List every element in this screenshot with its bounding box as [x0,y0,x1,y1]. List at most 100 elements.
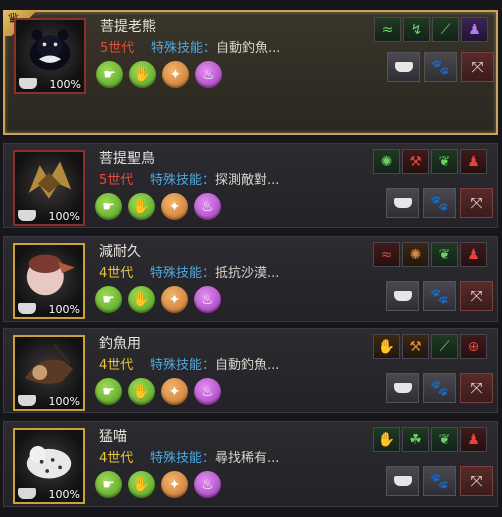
special-skill-label: 特殊技能： [150,358,216,373]
release-button[interactable]: ⤧ [461,52,494,82]
scorpion-icon[interactable]: ✺ [373,149,400,174]
party-icon[interactable]: ♟ [461,17,488,42]
fishing-rod-icon[interactable]: ≈ [373,242,400,267]
pet-name: 猛喵 [99,429,127,445]
release-icon: ⤧ [470,194,483,212]
feed-bowl-icon [394,62,413,72]
special-skill-value: 自動釣魚... [215,358,280,373]
paw-icon: 🐾 [430,194,449,212]
hand-grab-icon[interactable]: ☛ [95,378,122,405]
pet-actions: 🐾 ⤧ [386,373,493,403]
pet-actions: 🐾 ⤧ [386,466,493,496]
release-button[interactable]: ⤧ [460,466,493,496]
compass-star-icon[interactable]: ✦ [161,286,188,313]
trait-icons: ☛ ✋ ✦ ♨ [95,286,221,313]
feed-button[interactable] [386,188,419,218]
scorpion-icon[interactable]: ✺ [402,242,429,267]
special-skill: 特殊技能：抵抗沙漠... [150,262,279,281]
people-up-icon[interactable]: ♟ [460,149,487,174]
clover-icon[interactable]: ☘ [402,427,429,452]
special-skill-value: 尋找稀有... [215,451,280,466]
wing-icon[interactable]: ❦ [431,242,458,267]
potion-icon[interactable]: ♨ [194,286,221,313]
pet-image [19,341,79,391]
paw-button[interactable]: 🐾 [423,466,456,496]
fishing-rod-icon[interactable]: ≈ [374,17,401,42]
compass-star-icon[interactable]: ✦ [162,61,189,88]
paw-grab-icon[interactable]: ✋ [128,471,155,498]
potion-icon[interactable]: ♨ [194,378,221,405]
pet-image [19,249,79,299]
pet-portrait[interactable]: 100% [13,335,85,411]
hand-icon[interactable]: ✋ [373,334,400,359]
release-icon: ⤧ [470,472,483,490]
wing-icon[interactable]: ❦ [431,427,458,452]
pet-card[interactable]: 100% 釣魚用 4世代 特殊技能：自動釣魚... ☛ ✋ ✦ ♨ ✋ ⚒ ⟋ ⊕ 🐾 ⤧ [3,328,498,413]
hunger-percent: 100% [48,210,80,223]
paw-grab-icon[interactable]: ✋ [128,378,155,405]
hand-grab-icon[interactable]: ☛ [95,471,122,498]
paw-grab-icon[interactable]: ✋ [129,61,156,88]
pet-generation: 4世代 [99,358,134,373]
pet-card[interactable]: 100% 減耐久 4世代 特殊技能：抵抗沙漠... ☛ ✋ ✦ ♨ ≈ ✺ ❦ ♟ 🐾 ⤧ [3,236,498,322]
special-skill-value: 探測敵對... [215,173,280,188]
feed-bowl-icon [393,291,412,301]
release-button[interactable]: ⤧ [460,373,493,403]
paw-button[interactable]: 🐾 [423,188,456,218]
feed-bowl-icon [393,198,412,208]
pet-generation: 5世代 [100,41,135,56]
trait-icons: ☛ ✋ ✦ ♨ [95,378,221,405]
feed-button[interactable] [386,373,419,403]
hand-grab-icon[interactable]: ☛ [95,286,122,313]
pet-image [19,434,79,484]
potion-icon[interactable]: ♨ [194,471,221,498]
pet-name: 減耐久 [99,244,141,260]
paw-grab-icon[interactable]: ✋ [128,193,155,220]
special-skill-label: 特殊技能： [150,266,216,281]
compass-star-icon[interactable]: ✦ [161,378,188,405]
hand-icon[interactable]: ✋ [373,427,400,452]
skill-icons: ≈ ✺ ❦ ♟ [373,242,487,267]
pet-portrait[interactable]: 100% [13,243,85,319]
trait-icons: ☛ ✋ ✦ ♨ [96,61,222,88]
slash-icon[interactable]: ⟋ [432,17,459,42]
pet-actions: 🐾 ⤧ [386,188,493,218]
special-skill-label: 特殊技能： [151,41,217,56]
paw-grab-icon[interactable]: ✋ [128,286,155,313]
feed-button[interactable] [386,281,419,311]
pet-portrait[interactable]: 100% [13,428,85,504]
trait-icons: ☛ ✋ ✦ ♨ [95,471,221,498]
hand-grab-icon[interactable]: ☛ [95,193,122,220]
feed-button[interactable] [386,466,419,496]
compass-star-icon[interactable]: ✦ [161,471,188,498]
feed-button[interactable] [387,52,420,82]
pet-card[interactable]: ♛ 100% 菩提老熊 5世代 特殊技能：自動釣魚... ☛✋✦♨≈↯⟋♟ 🐾 … [3,10,498,135]
compass-icon[interactable]: ⊕ [460,334,487,359]
pet-card[interactable]: 100% 猛喵 4世代 特殊技能：尋找稀有... ☛ ✋ ✦ ♨ ✋ ☘ ❦ ♟ 🐾 ⤧ [3,421,498,507]
people-up-icon[interactable]: ♟ [460,242,487,267]
feed-bowl-icon [18,488,36,499]
potion-icon[interactable]: ♨ [195,61,222,88]
paw-button[interactable]: 🐾 [423,373,456,403]
release-button[interactable]: ⤧ [460,281,493,311]
hammer-icon[interactable]: ⚒ [402,149,429,174]
hunger-percent: 100% [48,395,80,408]
feed-bowl-icon [393,383,412,393]
pet-portrait[interactable]: 100% [13,150,85,226]
pet-card[interactable]: 100% 菩提聖鳥 5世代 特殊技能：探測敵對... ☛ ✋ ✦ ♨ ✺ ⚒ ❦ ♟ 🐾 ⤧ [3,143,498,228]
people-up-icon[interactable]: ♟ [460,427,487,452]
feed-bowl-icon [18,210,36,221]
hammer-icon[interactable]: ⚒ [402,334,429,359]
skill-icons: ✋ ☘ ❦ ♟ [373,427,487,452]
wing-icon[interactable]: ❦ [431,149,458,174]
pet-name: 菩提聖鳥 [99,151,155,167]
potion-icon[interactable]: ♨ [194,193,221,220]
fish-hook-icon[interactable]: ↯ [403,17,430,42]
paw-button[interactable]: 🐾 [424,52,457,82]
slash-icon[interactable]: ⟋ [431,334,458,359]
hand-grab-icon[interactable]: ☛ [96,61,123,88]
pet-portrait[interactable]: 100% [14,18,86,94]
compass-star-icon[interactable]: ✦ [161,193,188,220]
release-button[interactable]: ⤧ [460,188,493,218]
paw-button[interactable]: 🐾 [423,281,456,311]
